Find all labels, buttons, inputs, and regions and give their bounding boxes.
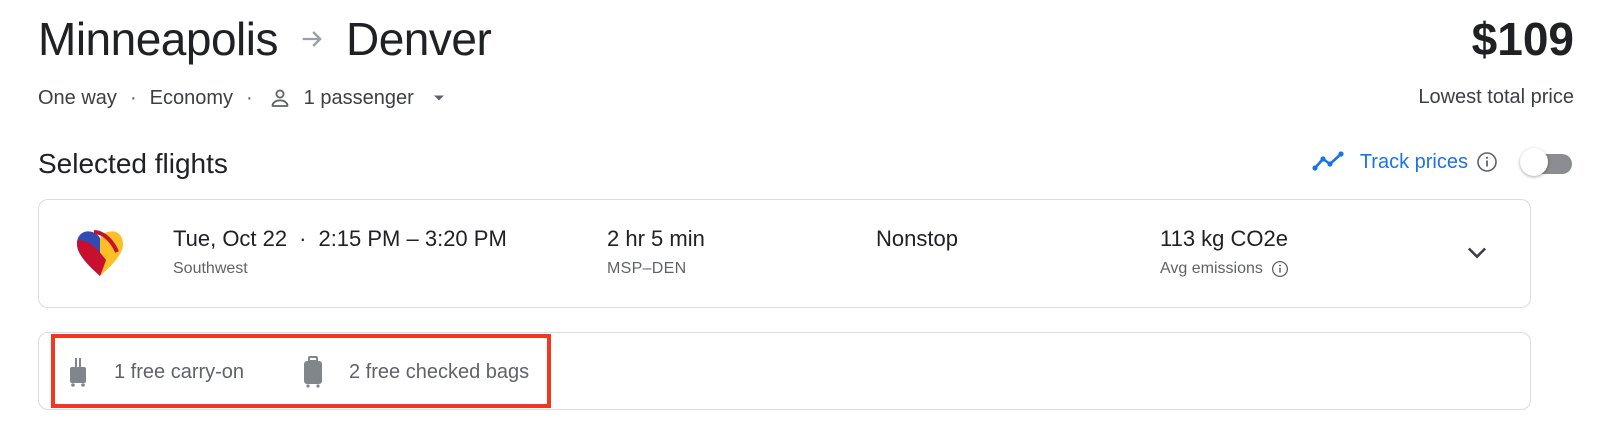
arrow-right-icon: [298, 25, 326, 53]
flight-airports: MSP–DEN: [607, 260, 687, 277]
checked-bag-icon: [301, 356, 325, 388]
carry-on-label: 1 free carry-on: [114, 360, 245, 383]
flight-duration: 2 hr 5 min: [607, 226, 705, 251]
southwest-logo-icon: [73, 226, 127, 283]
flight-times: Tue, Oct 22 · 2:15 PM – 3:20 PM: [173, 226, 507, 252]
track-prices-toggle[interactable]: [1518, 148, 1574, 176]
trend-icon: [1312, 151, 1346, 173]
separator-dot: ·: [129, 86, 137, 109]
emissions-label-text: Avg emissions: [1160, 260, 1263, 277]
chevron-down-icon[interactable]: [1463, 238, 1491, 266]
section-title: Selected flights: [38, 148, 228, 179]
flight-emissions: 113 kg CO2e: [1160, 226, 1289, 251]
route-title: Minneapolis Denver: [38, 12, 492, 66]
separator-dot: ·: [245, 86, 253, 109]
flight-card[interactable]: Tue, Oct 22 · 2:15 PM – 3:20 PM Southwes…: [38, 199, 1531, 308]
airline-name: Southwest: [173, 260, 248, 277]
emissions-label: Avg emissions: [1160, 260, 1289, 278]
checked-bags-info: 2 free checked bags: [301, 356, 529, 388]
info-icon[interactable]: [1271, 260, 1289, 278]
separator-dot: ·: [299, 226, 307, 251]
carry-on-bag-icon: [66, 356, 90, 388]
track-prices-label[interactable]: Track prices: [1360, 151, 1468, 174]
origin-city: Minneapolis: [38, 13, 278, 65]
toggle-knob: [1520, 148, 1548, 176]
cabin-class: Economy: [149, 86, 233, 109]
flight-stops: Nonstop: [876, 226, 958, 251]
flight-date: Tue, Oct 22: [173, 226, 288, 251]
track-prices: Track prices: [1312, 148, 1574, 176]
flight-time-range: 2:15 PM – 3:20 PM: [318, 226, 507, 251]
carry-on-info: 1 free carry-on: [66, 356, 244, 388]
passenger-count[interactable]: 1 passenger: [304, 87, 414, 110]
chevron-down-icon[interactable]: [432, 91, 446, 105]
trip-meta: One way · Economy · 1 passenger: [38, 86, 446, 110]
trip-type: One way: [38, 86, 117, 109]
info-icon[interactable]: [1476, 151, 1498, 173]
checked-bags-label: 2 free checked bags: [349, 360, 530, 383]
person-icon: [268, 86, 292, 110]
price-amount: $109: [1471, 13, 1574, 65]
destination-city: Denver: [345, 13, 492, 65]
price-label: Lowest total price: [1418, 86, 1574, 108]
